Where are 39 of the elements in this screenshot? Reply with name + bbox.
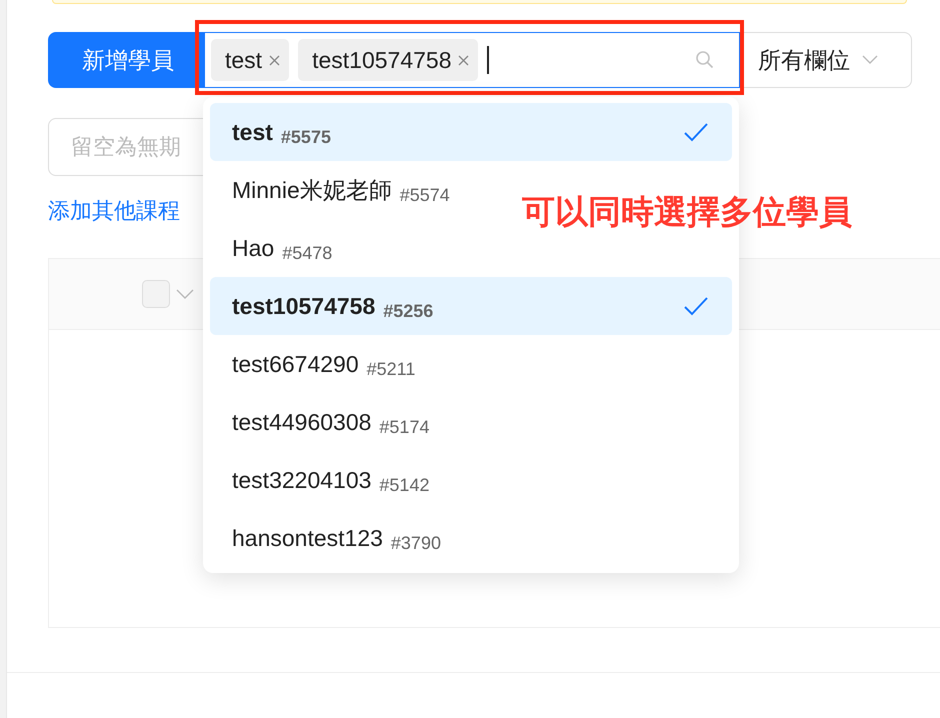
student-name: Minnie米妮老師	[232, 176, 392, 204]
student-id: #3790	[390, 532, 441, 554]
dropdown-option[interactable]: hansontest123 #3790	[210, 509, 463, 567]
check-icon	[684, 296, 708, 316]
add-course-link[interactable]: 添加其他課程	[48, 196, 180, 226]
dropdown-option[interactable]: test10574758 #5256	[210, 277, 732, 335]
student-select-field[interactable]: test test10574758	[204, 32, 740, 88]
dropdown-option[interactable]: test #5575	[210, 103, 732, 161]
student-id: #5478	[282, 242, 332, 264]
chevron-down-icon[interactable]	[176, 288, 194, 300]
student-name: test10574758	[232, 292, 376, 320]
student-id: #5575	[280, 126, 331, 148]
tag-label: test	[225, 46, 262, 74]
text-cursor	[487, 46, 490, 74]
chevron-down-icon	[862, 55, 878, 65]
dropdown-option[interactable]: Hao #5478	[210, 219, 354, 277]
student-name: Hao	[232, 234, 274, 262]
student-id: #5256	[383, 300, 434, 322]
student-name: test6674290	[232, 350, 359, 378]
close-icon[interactable]	[458, 54, 470, 66]
search-icon	[695, 50, 715, 70]
dropdown-option[interactable]: test32204103 #5142	[210, 451, 452, 509]
student-id: #5574	[400, 184, 450, 206]
annotation-text: 可以同時選擇多位學員	[522, 192, 852, 232]
dropdown-option[interactable]: test44960308 #5174	[210, 393, 452, 451]
dropdown-option[interactable]: test6674290 #5211	[210, 335, 438, 393]
student-name: hansontest123	[232, 524, 383, 552]
select-value: 所有欄位	[758, 46, 850, 74]
student-name: test	[232, 118, 273, 146]
check-icon	[684, 122, 708, 142]
student-id: #5174	[379, 416, 430, 438]
student-name: test44960308	[232, 408, 372, 436]
close-icon[interactable]	[269, 54, 280, 66]
student-name: test32204103	[232, 466, 372, 494]
tag-label: test10574758	[312, 46, 452, 74]
placeholder-text: 留空為無期	[71, 133, 181, 161]
student-id: #5142	[379, 474, 430, 496]
checkbox[interactable]	[142, 280, 170, 308]
student-id: #5211	[366, 358, 416, 380]
